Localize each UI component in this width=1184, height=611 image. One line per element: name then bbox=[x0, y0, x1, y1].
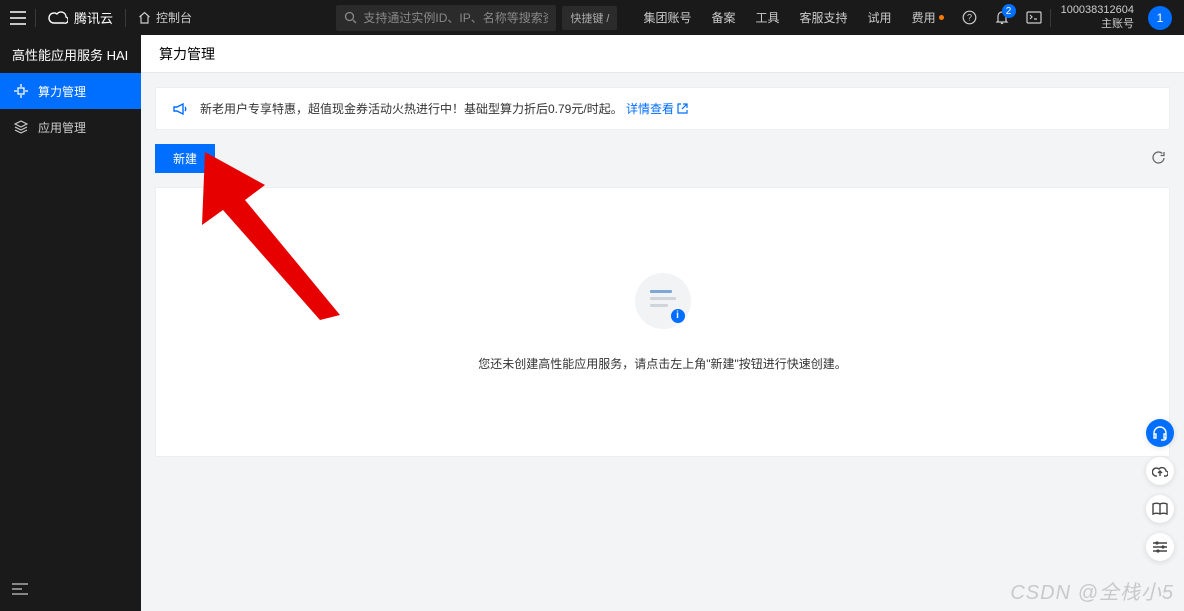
empty-text: 您还未创建高性能应用服务，请点击左上角"新建"按钮进行快速创建。 bbox=[478, 355, 847, 372]
nav-notifications[interactable]: 2 bbox=[986, 0, 1018, 35]
external-link-icon bbox=[677, 103, 688, 114]
search-icon bbox=[344, 11, 357, 24]
global-search[interactable] bbox=[336, 5, 556, 31]
cloud-logo-icon bbox=[48, 11, 68, 25]
cloud-up-icon bbox=[1152, 464, 1168, 478]
toolbar: 新建 bbox=[155, 144, 1170, 173]
nav-help[interactable]: ? bbox=[954, 0, 986, 35]
fab-support[interactable] bbox=[1146, 419, 1174, 447]
page-title: 算力管理 bbox=[141, 35, 1184, 73]
sliders-icon bbox=[1153, 541, 1167, 553]
fab-settings[interactable] bbox=[1146, 533, 1174, 561]
console-text: 控制台 bbox=[156, 9, 192, 26]
account-block[interactable]: 100038312604 主账号 bbox=[1051, 4, 1144, 30]
info-badge-icon: i bbox=[671, 309, 685, 323]
shell: 高性能应用服务 HAI 算力管理 应用管理 算力管理 新老用户专享特惠，超值现金… bbox=[0, 35, 1184, 611]
brand[interactable]: 腾讯云 bbox=[36, 8, 125, 27]
search-input[interactable] bbox=[363, 11, 548, 25]
nav-trial[interactable]: 试用 bbox=[858, 0, 902, 35]
new-button[interactable]: 新建 bbox=[155, 144, 215, 173]
account-id: 100038312604 bbox=[1061, 4, 1134, 17]
notice-banner: 新老用户专享特惠，超值现金券活动火热进行中！基础型算力折后0.79元/时起。 详… bbox=[155, 87, 1170, 130]
fab-column bbox=[1146, 419, 1174, 561]
top-nav-left: 腾讯云 控制台 bbox=[0, 0, 204, 35]
nav-tools[interactable]: 工具 bbox=[746, 0, 790, 35]
nav-cloudshell[interactable] bbox=[1018, 0, 1050, 35]
sidebar-collapse[interactable] bbox=[12, 582, 28, 599]
compute-icon bbox=[14, 84, 28, 98]
megaphone-icon bbox=[172, 101, 188, 117]
nav-cost[interactable]: 费用 bbox=[902, 0, 954, 35]
notice-text: 新老用户专享特惠，超值现金券活动火热进行中！基础型算力折后0.79元/时起。 详… bbox=[200, 100, 688, 117]
dot-indicator-icon bbox=[939, 15, 944, 20]
home-icon bbox=[138, 11, 151, 24]
empty-illustration: i bbox=[635, 273, 691, 329]
svg-text:?: ? bbox=[967, 13, 972, 23]
content: 新老用户专享特惠，超值现金券活动火热进行中！基础型算力折后0.79元/时起。 详… bbox=[141, 73, 1184, 471]
sidebar-item-label: 算力管理 bbox=[38, 83, 86, 100]
brand-text: 腾讯云 bbox=[74, 8, 113, 27]
fab-feedback[interactable] bbox=[1146, 457, 1174, 485]
main: 算力管理 新老用户专享特惠，超值现金券活动火热进行中！基础型算力折后0.79元/… bbox=[141, 35, 1184, 611]
menu-toggle[interactable] bbox=[0, 0, 35, 35]
account-label: 主账号 bbox=[1061, 18, 1134, 31]
nav-beian[interactable]: 备案 bbox=[702, 0, 746, 35]
avatar[interactable]: 1 bbox=[1148, 6, 1172, 30]
collapse-icon bbox=[12, 582, 28, 596]
notif-badge: 2 bbox=[1002, 4, 1016, 18]
sidebar-item-apps[interactable]: 应用管理 bbox=[0, 109, 141, 145]
sidebar-item-label: 应用管理 bbox=[38, 119, 86, 136]
top-nav: 腾讯云 控制台 快捷键 / 集团账号 备案 工具 客服支持 试用 费用 ? 2 … bbox=[0, 0, 1184, 35]
terminal-icon bbox=[1026, 11, 1042, 24]
refresh-button[interactable] bbox=[1147, 146, 1170, 172]
book-icon bbox=[1152, 502, 1168, 516]
help-circle-icon: ? bbox=[962, 10, 977, 25]
sidebar-item-compute[interactable]: 算力管理 bbox=[0, 73, 141, 109]
sidebar: 高性能应用服务 HAI 算力管理 应用管理 bbox=[0, 35, 141, 611]
headset-icon bbox=[1152, 425, 1168, 441]
apps-icon bbox=[14, 120, 28, 134]
hamburger-icon bbox=[10, 11, 26, 25]
console-link[interactable]: 控制台 bbox=[126, 9, 204, 26]
nav-group-account[interactable]: 集团账号 bbox=[633, 0, 701, 35]
nav-support[interactable]: 客服支持 bbox=[790, 0, 858, 35]
notice-link[interactable]: 详情查看 bbox=[626, 100, 688, 117]
sidebar-title: 高性能应用服务 HAI bbox=[0, 35, 141, 73]
refresh-icon bbox=[1151, 150, 1166, 165]
hotkey-hint: 快捷键 / bbox=[562, 6, 617, 30]
empty-panel: i 您还未创建高性能应用服务，请点击左上角"新建"按钮进行快速创建。 bbox=[155, 187, 1170, 457]
fab-docs[interactable] bbox=[1146, 495, 1174, 523]
document-icon bbox=[650, 290, 676, 311]
